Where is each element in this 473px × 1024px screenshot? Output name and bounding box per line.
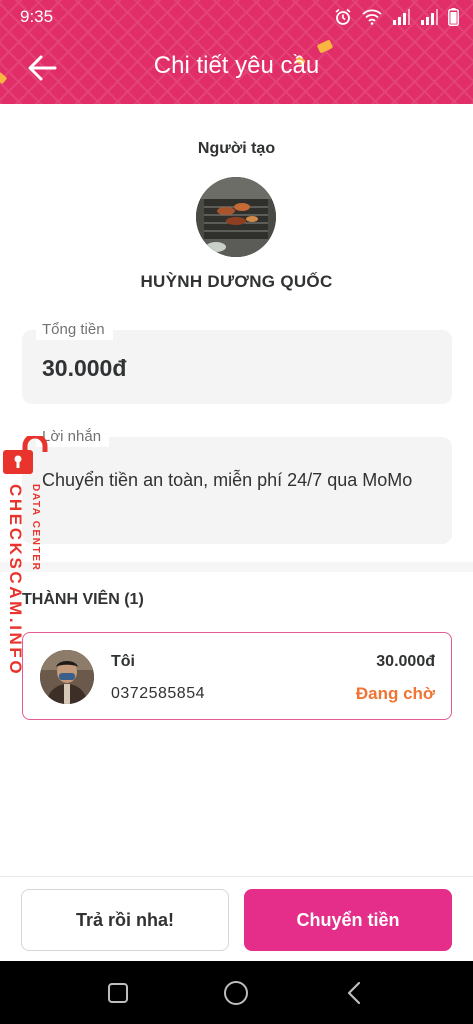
amount-field: Tổng tiền 30.000đ — [22, 320, 452, 404]
signal-icon — [393, 9, 410, 25]
message-field: Lời nhắn Chuyển tiền an toàn, miễn phí 2… — [22, 427, 452, 544]
member-name: Tôi — [111, 653, 135, 670]
member-status-badge: Đang chờ — [355, 684, 435, 703]
lock-icon — [3, 436, 48, 474]
wifi-icon — [362, 9, 382, 25]
recents-button[interactable] — [102, 977, 134, 1009]
creator-label: Người tạo — [197, 140, 276, 157]
transfer-button[interactable]: Chuyển tiền — [244, 889, 452, 951]
watermark-subtext: DATA CENTER — [30, 484, 41, 572]
creator-name: HUỲNH DƯƠNG QUỐC — [140, 272, 333, 291]
system-nav-bar — [0, 961, 473, 1024]
checkscam-watermark: CHECKSCAM.INFO DATA CENTER — [3, 436, 48, 676]
back-nav-button[interactable] — [338, 977, 370, 1009]
battery-icon — [448, 8, 459, 26]
home-button[interactable] — [220, 977, 252, 1009]
watermark-text: CHECKSCAM.INFO — [6, 484, 25, 677]
amount-label: Tổng tiền — [36, 320, 113, 340]
amount-value: 30.000đ — [42, 355, 127, 381]
section-divider — [0, 562, 473, 572]
status-icons — [334, 8, 459, 26]
creator-avatar — [196, 177, 276, 257]
recents-square-icon — [108, 983, 128, 1003]
alarm-icon — [335, 8, 351, 25]
member-avatar — [40, 650, 94, 704]
app-header: 9:35 Chi tiết yêu cầu — [0, 0, 473, 104]
screen: 9:35 Chi tiết yêu cầu Người tạo HUỲNH DƯ… — [0, 0, 473, 1024]
message-value: Chuyển tiền an toàn, miễn phí 24/7 qua M… — [42, 470, 413, 490]
page-title: Chi tiết yêu cầu — [153, 52, 320, 79]
member-phone: 0372585854 — [111, 685, 205, 702]
status-time: 9:35 — [20, 7, 54, 26]
signal-icon — [421, 9, 438, 25]
back-triangle-icon — [347, 981, 361, 1005]
already-paid-button[interactable]: Trả rồi nha! — [21, 889, 229, 951]
status-bar: 9:35 — [0, 0, 473, 34]
home-circle-icon — [224, 981, 248, 1005]
action-bar: Trả rồi nha! Chuyển tiền — [0, 876, 473, 961]
member-card[interactable]: Tôi 0372585854 30.000đ Đang chờ — [22, 632, 452, 720]
member-amount: 30.000đ — [376, 653, 435, 670]
